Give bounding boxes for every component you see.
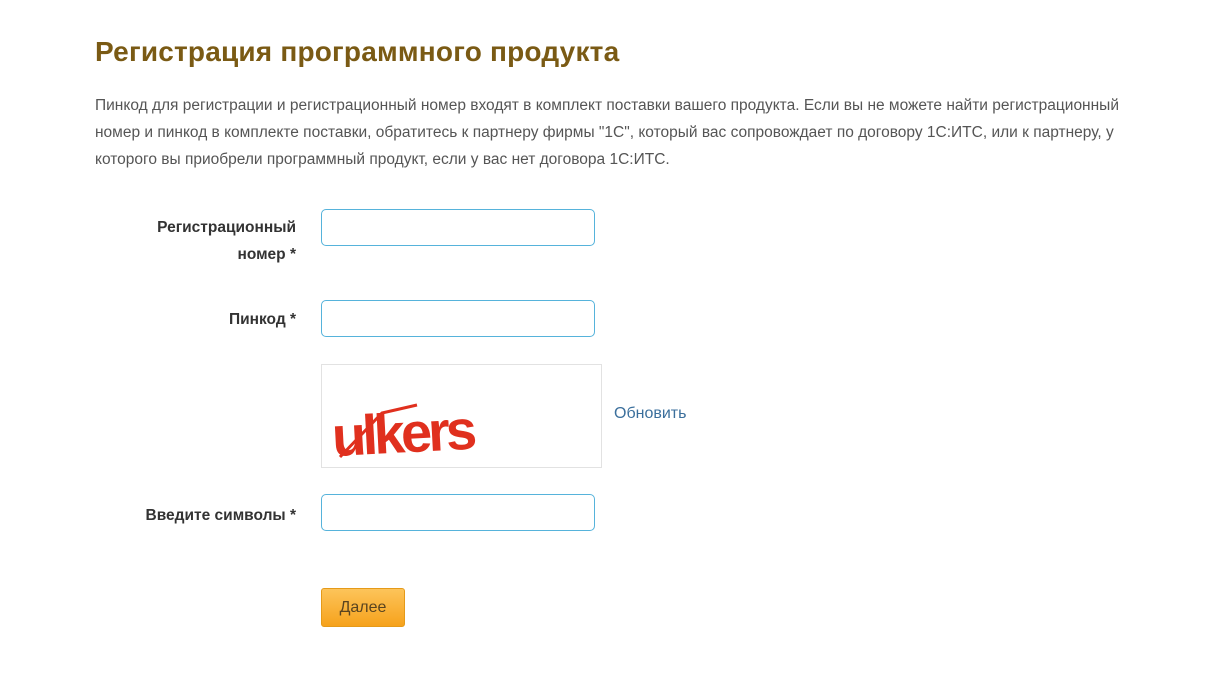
intro-text: Пинкод для регистрации и регистрационный… [95, 97, 1119, 168]
pincode-input[interactable] [321, 300, 595, 337]
pincode-label: Пинкод * [228, 311, 296, 328]
reg-number-label-line2: номер * [237, 246, 296, 263]
captcha-drawing: ulkers [330, 398, 476, 468]
next-button[interactable]: Далее [321, 588, 405, 627]
refresh-captcha-link[interactable]: Обновить [614, 405, 686, 423]
symbols-input[interactable] [321, 494, 595, 531]
symbols-label: Введите символы * [145, 507, 296, 524]
captcha-image: ulkers [321, 364, 602, 468]
reg-number-label: Регистрационный номер * [157, 214, 296, 268]
reg-number-label-line1: Регистрационный [157, 219, 296, 236]
page-title: Регистрация программного продукта [95, 36, 620, 67]
reg-number-input[interactable] [321, 209, 595, 246]
